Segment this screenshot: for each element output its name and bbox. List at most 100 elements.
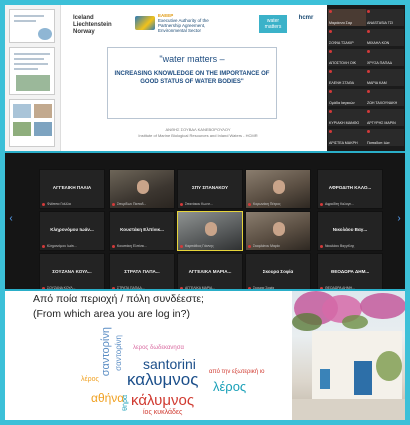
next-page-arrow-icon[interactable]: › (395, 213, 403, 227)
participant-tile[interactable]: ΕΛΕΝΗ ΣΤΑΘΑ (328, 69, 366, 86)
cloud-word: ίος κυκλάδες (143, 409, 183, 416)
slide-title: "water matters – (159, 54, 225, 64)
participant-name: ΚΥΡΙΑΚΗ ΜΑΝΘΟ (329, 121, 360, 125)
slide-subtitle: INCREASING KNOWLEDGE ON THE IMPORTANCE O… (114, 71, 270, 85)
muted-mic-icon (329, 30, 332, 33)
current-slide: Iceland Liechtenstein Norway EAEEP Execu… (63, 5, 325, 151)
participant-video-cell[interactable]: ΣΠΥ ΣΠΑΝΑΚΟΥ Σπανάκου Κωνσ... (177, 169, 243, 209)
participant-label: Κληρονόμου Ιωάν... (47, 244, 77, 248)
hcmr-logo: hcmr (298, 15, 314, 21)
participant-display-name: ΑΓΓΕΛΙΚΑ ΜΑΡΙΑ... (188, 269, 232, 274)
participant-tile[interactable]: ΖΩΗ ΤΑΧΟΥΝΑΚΗ (366, 89, 404, 106)
participant-tile[interactable]: ΣΟΦΙΑ ΤΣΑΚΙΡ (328, 29, 366, 46)
participant-video-cell[interactable]: Καρπάθιος Γιάννης (177, 211, 243, 251)
participant-video-cell[interactable]: ΣΟΥΖΑΝΑ ΚΟΥΛ... ΣΟΥΖΑΝΑ ΚΟΥΛ... (39, 253, 105, 289)
participant-name: ANASTASIA ΤΣΙ (367, 21, 394, 25)
participant-label: ΣΟΥΖΑΝΑ ΚΟΥΛ... (47, 286, 76, 289)
muted-mic-icon (320, 245, 323, 248)
participant-video-cell[interactable]: ΣΤΡΑΤΑ ΠΑΠΑ... ΣΤΡΑΤΑ ΠΑΠΑΔ... (109, 253, 175, 289)
participant-name: ΑΡΓΥΡΗΣ ΜΑΡΙΝ (367, 121, 396, 125)
participant-video-cell[interactable]: ΑΓΓΕΛΙΚΑ ΜΑΡΙΑ... ΑΓΓΕΛΙΚΑ ΜΑΡΙΑ... (177, 253, 243, 289)
muted-mic-icon (320, 287, 323, 289)
participant-label: Κουστάκη Ελπίνικ... (117, 244, 147, 248)
participant-name: ΜΙΧΑΗΛ ΚΟΝ (367, 41, 390, 45)
prev-page-arrow-icon[interactable]: ‹ (7, 213, 15, 227)
participant-tile[interactable]: Ομάδα Ιατρικών (328, 89, 366, 106)
participant-video-cell[interactable]: ΘΕΟΔΩΡΑ ΔΗΜ... ΘΕΟΔΩΡΑ ΔΗΜΗ... (317, 253, 383, 289)
participant-tile[interactable]: ΜΑΡΙΑ ΚΑΜ (366, 69, 404, 86)
muted-mic-icon (367, 30, 370, 33)
island-street-photo (292, 291, 405, 420)
cloud-word: καλυμνος (127, 370, 199, 389)
muted-mic-icon (329, 90, 332, 93)
cloud-word: santorini (143, 356, 196, 372)
participant-label: Σκουρα Σοφία (253, 286, 275, 289)
muted-mic-icon (320, 203, 323, 206)
participant-video-cell[interactable]: ΑΦΡΟΔΙΤΗ ΚΑΛΟ... Αφροδίτη Καλογε... (317, 169, 383, 209)
participant-name: ΧΡΥΣΑ ΠΑΠΑΔ (367, 61, 392, 65)
participant-name: ΕΛΕΝΗ ΣΤΑΘΑ (329, 81, 354, 85)
participant-name: ΑΠΟΣΤΟΛΗ ΟΙΚ (329, 61, 357, 65)
muted-mic-icon (367, 10, 370, 13)
participant-video-cell[interactable]: Κληρονόμου Ιωάν... Κληρονόμου Ιωάν... (39, 211, 105, 251)
participant-face (273, 222, 285, 236)
slide-thumbnail[interactable] (9, 99, 55, 147)
authority-logo-icon (135, 16, 155, 30)
cloud-word: σαντορίνη (100, 327, 112, 377)
participant-label: Σπυρίδων Παπαδ... (117, 202, 147, 206)
participant-tile[interactable]: ΑΠΟΣΤΟΛΗ ΟΙΚ (328, 49, 366, 66)
participant-display-name: ΣΤΡΑΤΑ ΠΑΠΑ... (124, 269, 160, 274)
participant-display-name: ΑΦΡΟΔΙΤΗ ΚΑΛΟ... (328, 185, 372, 190)
participant-tile[interactable]: Παπαδοπ Ιώσ (366, 129, 404, 146)
participant-tile[interactable]: ANASTASIA ΤΣΙ (366, 9, 404, 26)
cloud-word: λέρος (213, 379, 247, 394)
muted-mic-icon (112, 245, 115, 248)
muted-mic-icon (42, 203, 45, 206)
participant-display-name: ΘΕΟΔΩΡΑ ΔΗΜ... (330, 269, 370, 274)
muted-mic-icon (367, 90, 370, 93)
cloud-word: σαντορίνη (114, 335, 123, 371)
muted-mic-icon (180, 203, 183, 206)
slide-thumbnail[interactable] (9, 47, 55, 95)
participant-label: ΘΕΟΔΩΡΑ ΔΗΜΗ... (325, 286, 355, 289)
participant-display-name: Σκουρα Σοφία (262, 269, 294, 274)
participant-video-cell[interactable]: Σπυρίδων Παπαδ... (109, 169, 175, 209)
participant-tile[interactable]: ΚΥΡΙΑΚΗ ΜΑΝΘΟ (328, 109, 366, 126)
participant-label: ΣΤΡΑΤΑ ΠΑΠΑΔ... (117, 286, 145, 289)
participant-tile[interactable]: Μαριάννα Σαρ (328, 9, 366, 26)
cloud-word: λερος δωδεκανησα (133, 345, 184, 351)
participant-tile[interactable]: ΧΡΥΣΑ ΠΑΠΑΔ (366, 49, 404, 66)
muted-mic-icon (180, 245, 183, 248)
participant-label: Νικολάου Βαγγέλης (325, 244, 355, 248)
cloud-word: κάλυμνος (131, 392, 195, 409)
participant-video-cell[interactable]: Νικολάου Βαγ... Νικολάου Βαγγέλης (317, 211, 383, 251)
poll-question-greek: Από ποία περιοχή / πόλη συνδέεστε; (33, 293, 204, 305)
participant-strip: Μαριάννα Σαρ ANASTASIA ΤΣΙ ΣΟΦΙΑ ΤΣΑΚΙΡ ΜΙΧ… (327, 5, 405, 151)
participant-name: ΣΟΦΙΑ ΤΣΑΚΙΡ (329, 41, 354, 45)
participant-face (205, 222, 217, 236)
participant-tile[interactable]: ΑΡΙΣΤΕΑ ΜΑΚΡΗ (328, 129, 366, 146)
muted-mic-icon (329, 70, 332, 73)
poll-panel: Από ποία περιοχή / πόλη συνδέεστε; (From… (5, 291, 405, 420)
participant-video-cell[interactable]: ΑΓΓΕΛΙΚΗ ΠΑΛΙΑ Φιλίππα Γκέλλα (39, 169, 105, 209)
participant-name: ΑΡΙΣΤΕΑ ΜΑΚΡΗ (329, 141, 358, 145)
participant-label: ΑΓΓΕΛΙΚΑ ΜΑΡΙΑ... (185, 286, 216, 289)
participant-display-name: ΣΟΥΖΑΝΑ ΚΟΥΛ... (52, 269, 92, 274)
slide-thumbnail[interactable] (9, 9, 55, 43)
muted-mic-icon (367, 50, 370, 53)
muted-mic-icon (367, 70, 370, 73)
participant-tile[interactable]: ΜΙΧΑΗΛ ΚΟΝ (366, 29, 404, 46)
muted-mic-icon (329, 50, 332, 53)
participant-video-cell[interactable]: Σκουρα Σοφία Σκουρα Σοφία (245, 253, 311, 289)
muted-mic-icon (329, 10, 332, 13)
water-matters-logo: water matters (259, 15, 287, 33)
muted-mic-icon (329, 110, 332, 113)
participant-tile[interactable]: ΑΡΓΥΡΗΣ ΜΑΡΙΝ (366, 109, 404, 126)
muted-mic-icon (42, 287, 45, 289)
participant-video-cell[interactable]: Κορωνάκη Πέτρος (245, 169, 311, 209)
slide-author: ΑΝΘΗΣ ΣΟΥΒΑΛ ΚΑΝΕΒΟΡΟΥΛΟΥ Institute of Ma… (138, 127, 258, 138)
presentation-panel: Iceland Liechtenstein Norway EAEEP Execu… (5, 5, 405, 151)
participant-label: Κορωνάκη Πέτρος (253, 202, 281, 206)
participant-video-cell[interactable]: Κουστάκη Ελπίνικ... Κουστάκη Ελπίνικ... (109, 211, 175, 251)
participant-video-cell[interactable]: Σκαρλάτου Μαρία (245, 211, 311, 251)
